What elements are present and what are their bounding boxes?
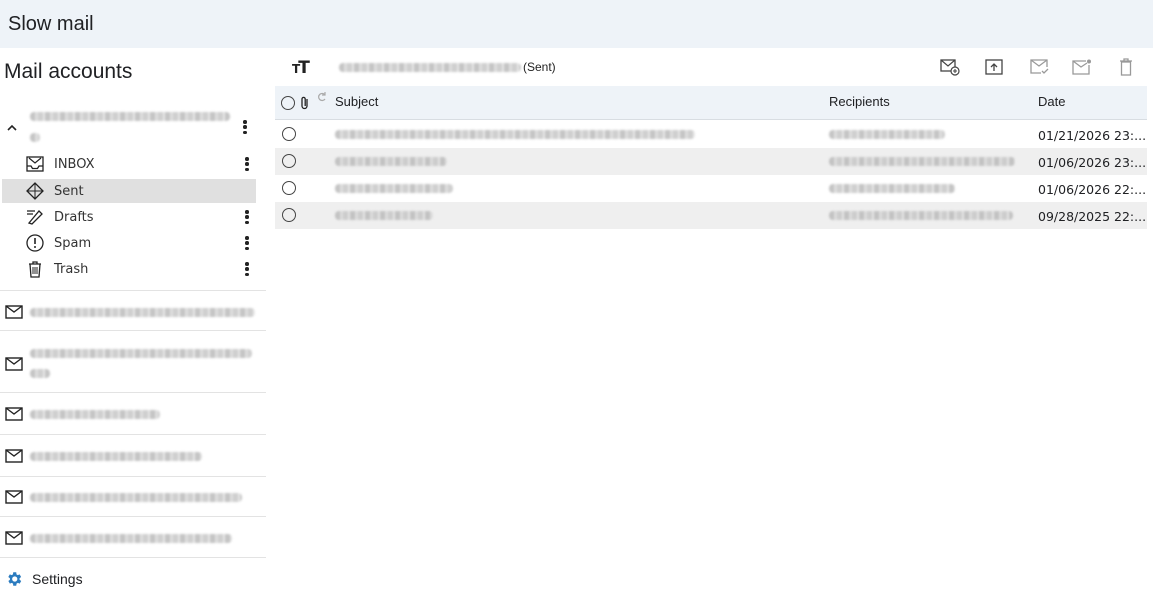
app-bar: Slow mail	[0, 0, 1153, 48]
table-row[interactable]: 01/06/2026 23:...	[275, 148, 1147, 175]
column-header-recipients[interactable]: Recipients	[829, 94, 890, 109]
mark-read-button[interactable]	[1029, 57, 1051, 77]
folder-label: Sent	[54, 183, 84, 199]
mail-check-icon	[1030, 59, 1049, 74]
subject-blurred	[335, 184, 453, 193]
delete-button[interactable]	[1115, 57, 1137, 77]
folder-menu-button[interactable]	[240, 208, 254, 226]
sent-icon	[24, 180, 46, 202]
row-date: 01/21/2026 23:...	[1038, 128, 1147, 143]
spam-icon	[24, 232, 46, 254]
message-table-header: Subject Recipients Date	[275, 86, 1147, 120]
folder-sent[interactable]: Sent	[2, 179, 256, 203]
row-select-radio[interactable]	[282, 127, 296, 141]
account-address-blurred	[30, 308, 255, 317]
move-to-folder-button[interactable]	[939, 57, 961, 77]
recipients-blurred	[829, 130, 945, 139]
column-header-date[interactable]: Date	[1038, 94, 1065, 109]
account-item[interactable]	[0, 290, 266, 330]
folder-spam[interactable]: Spam	[2, 231, 256, 255]
inbox-icon	[24, 153, 46, 175]
folder-path-blurred	[339, 63, 521, 72]
sidebar-title: Mail accounts	[4, 60, 133, 83]
mail-icon	[5, 357, 23, 371]
mail-move-icon	[940, 59, 960, 76]
folder-label: Trash	[54, 261, 89, 277]
row-date: 09/28/2025 22:...	[1038, 209, 1147, 224]
account-item[interactable]	[0, 392, 266, 434]
chevron-up-icon[interactable]	[6, 122, 18, 134]
row-select-radio[interactable]	[282, 181, 296, 195]
font-size-icon[interactable]: TT	[292, 58, 310, 78]
mail-unread-icon	[1072, 59, 1091, 75]
folder-label: Drafts	[54, 209, 94, 225]
current-folder-label: (Sent)	[523, 60, 556, 74]
subject-blurred	[335, 157, 447, 166]
account-expanded[interactable]	[0, 106, 266, 146]
folder-drafts[interactable]: Drafts	[2, 205, 256, 229]
account-address-blurred	[30, 133, 40, 142]
account-address-blurred	[30, 493, 242, 502]
mail-icon	[5, 407, 23, 421]
row-date: 01/06/2026 22:...	[1038, 182, 1147, 197]
mail-icon	[5, 305, 23, 319]
account-address-blurred	[30, 452, 202, 461]
folder-label: Spam	[54, 235, 92, 251]
mark-unread-button[interactable]	[1071, 57, 1093, 77]
select-all-radio[interactable]	[281, 96, 295, 110]
account-menu-button[interactable]	[238, 118, 252, 136]
account-address-blurred	[30, 410, 160, 419]
column-header-subject[interactable]: Subject	[335, 94, 378, 109]
folder-trash[interactable]: Trash	[2, 257, 256, 281]
trash-icon	[1120, 58, 1132, 76]
subject-blurred	[335, 211, 433, 220]
table-row[interactable]: 09/28/2025 22:...	[275, 202, 1147, 229]
account-address-blurred	[30, 534, 232, 543]
folder-menu-button[interactable]	[240, 234, 254, 252]
drafts-icon	[24, 206, 46, 228]
account-item[interactable]	[0, 516, 266, 558]
account-item[interactable]	[0, 434, 266, 476]
folder-inbox[interactable]: INBOX	[2, 152, 256, 176]
recipients-blurred	[829, 157, 1015, 166]
mail-icon	[5, 490, 23, 504]
account-item[interactable]	[0, 476, 266, 516]
table-row[interactable]: 01/06/2026 22:...	[275, 175, 1147, 202]
folder-menu-button[interactable]	[240, 260, 254, 278]
refresh-icon[interactable]	[317, 90, 327, 104]
row-date: 01/06/2026 23:...	[1038, 155, 1147, 170]
table-row[interactable]: 01/21/2026 23:...	[275, 121, 1147, 148]
folder-menu-button[interactable]	[240, 155, 254, 173]
archive-button[interactable]	[983, 57, 1005, 77]
recipients-blurred	[829, 211, 1013, 220]
account-address-blurred	[30, 349, 252, 358]
message-list-pane: TT (Sent) Subject Recipients Date 01/21/…	[275, 48, 1153, 607]
sidebar: Mail accounts INBOX Sent Drafts Spam Tra…	[0, 48, 266, 607]
subject-blurred	[335, 130, 695, 139]
account-address-blurred	[30, 369, 50, 378]
mail-icon	[5, 449, 23, 463]
recipients-blurred	[829, 184, 955, 193]
settings-label: Settings	[32, 571, 83, 587]
gear-icon	[8, 572, 22, 586]
mail-icon	[5, 531, 23, 545]
attachment-icon[interactable]	[300, 96, 310, 110]
row-select-radio[interactable]	[282, 154, 296, 168]
account-address-blurred	[30, 112, 230, 121]
settings-link[interactable]: Settings	[5, 570, 83, 588]
folder-label: INBOX	[54, 156, 95, 172]
row-select-radio[interactable]	[282, 208, 296, 222]
app-title: Slow mail	[8, 12, 94, 35]
toolbar: TT (Sent)	[275, 48, 1153, 86]
upload-box-icon	[985, 59, 1003, 75]
account-item[interactable]	[0, 330, 266, 392]
trash-icon	[24, 258, 46, 280]
